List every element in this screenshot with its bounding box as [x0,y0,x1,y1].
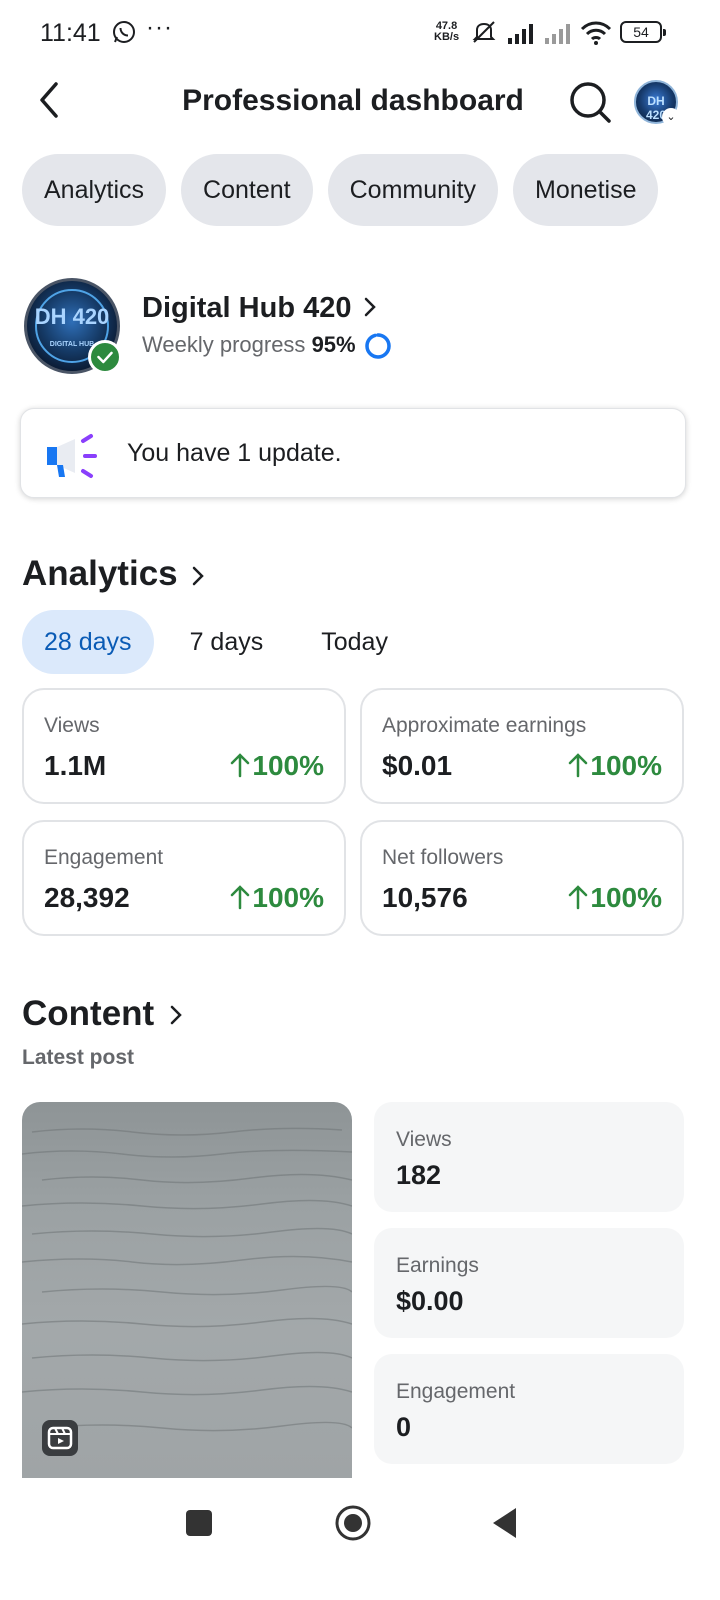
metric-change: 100% [568,882,662,914]
search-icon[interactable] [568,80,612,124]
update-message: You have 1 update. [127,439,342,467]
post-stat-value: 0 [396,1412,412,1442]
metric-value: 10,576 [382,882,468,913]
tab-monetise[interactable]: Monetise [513,154,659,226]
chevron-right-icon [192,566,204,586]
arrow-up-icon [231,885,250,910]
metric-card-views[interactable]: Views 1.1M 100% [22,688,346,804]
weekly-progress-value: 95% [311,332,356,357]
period-selector: 28 days 7 days Today [22,610,424,674]
battery-icon: 54 [620,21,666,43]
verified-check-icon [88,340,122,374]
tab-community[interactable]: Community [327,154,499,226]
update-card[interactable]: You have 1 update. [20,408,686,498]
chevron-right-icon [170,1005,182,1025]
metric-change-value: 100% [590,882,662,913]
status-bar: 11:41 ··· 47.8 KB/s 54 [0,0,720,64]
system-navigation-bar [0,1478,720,1600]
arrow-up-icon [569,885,588,910]
arrow-up-icon [231,753,250,778]
post-stat-label: Views [396,1128,452,1151]
weekly-progress: Weekly progress 95% [142,332,356,358]
metric-label: Engagement [44,846,164,869]
recent-apps-icon[interactable] [186,1510,212,1536]
home-icon[interactable] [334,1504,372,1542]
network-speed-unit: KB/s [434,31,460,43]
top-bar: Professional dashboard DH 420 ⌄ [0,68,720,138]
account-switcher-avatar[interactable]: DH 420 ⌄ [634,80,680,126]
metric-label: Views [44,714,100,737]
post-stat-views[interactable]: Views 182 [374,1102,684,1212]
metric-card-net-followers[interactable]: Net followers 10,576 100% [360,820,684,936]
period-tab-28-days[interactable]: 28 days [22,610,154,674]
arrow-up-icon [569,753,588,778]
profile-name: Digital Hub 420 [142,292,352,324]
metric-card-engagement[interactable]: Engagement 28,392 100% [22,820,346,936]
network-speed: 47.8 KB/s [434,21,459,43]
post-stat-value: $0.00 [396,1286,464,1316]
metric-value: 1.1M [44,750,107,781]
metric-label: Net followers [382,846,504,869]
metric-card-earnings[interactable]: Approximate earnings $0.01 100% [360,688,684,804]
signal-icon [508,24,533,44]
chevron-right-icon [364,297,376,317]
metric-change-value: 100% [252,750,324,781]
post-stat-engagement[interactable]: Engagement 0 [374,1354,684,1464]
metric-change: 100% [230,750,324,782]
signal-weak-icon [545,24,570,44]
metric-change: 100% [568,750,662,782]
latest-post-thumbnail[interactable] [22,1102,352,1482]
analytics-section-title[interactable]: Analytics [22,554,178,594]
post-stat-label: Engagement [396,1380,516,1403]
post-stat-label: Earnings [396,1254,479,1277]
wifi-icon [580,21,612,45]
mute-icon [472,21,496,43]
metric-value: $0.01 [382,750,453,781]
tab-content[interactable]: Content [181,154,313,226]
progress-ring-icon [365,333,391,359]
metric-label: Approximate earnings [382,714,587,737]
period-tab-7-days[interactable]: 7 days [168,610,286,674]
reel-icon [42,1420,78,1456]
metric-change-value: 100% [252,882,324,913]
profile-summary[interactable]: DH 420 DIGITAL HUB Digital Hub 420 Weekl… [24,278,694,378]
post-stat-value: 182 [396,1160,442,1190]
megaphone-icon [47,434,97,478]
dashboard-tabs: Analytics Content Community Monetise [22,154,659,226]
metric-change: 100% [230,882,324,914]
whatsapp-icon [113,21,135,43]
period-tab-today[interactable]: Today [299,610,410,674]
tab-analytics[interactable]: Analytics [22,154,167,226]
post-stat-earnings[interactable]: Earnings $0.00 [374,1228,684,1338]
metric-change-value: 100% [590,750,662,781]
avatar-logo-text: DH 420 [34,304,110,329]
chevron-down-icon: ⌄ [662,108,680,126]
latest-post-label: Latest post [22,1046,135,1069]
status-time: 11:41 [40,19,101,47]
metric-value: 28,392 [44,882,130,913]
back-triangle-icon[interactable] [490,1506,520,1540]
content-section-title[interactable]: Content [22,994,154,1034]
more-notifications-icon: ··· [146,14,173,41]
weekly-progress-label: Weekly progress [142,332,306,357]
